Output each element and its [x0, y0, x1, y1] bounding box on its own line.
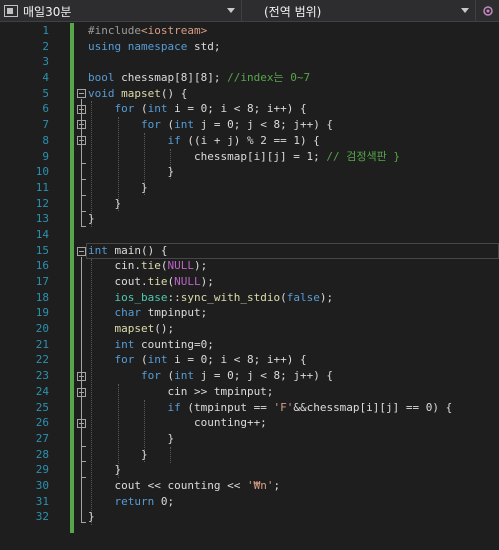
- line-number: 3: [42, 55, 49, 69]
- collapse-icon[interactable]: [77, 89, 86, 98]
- line-number: 29: [35, 463, 49, 477]
- change-tracking-bar: [70, 23, 74, 533]
- code-line[interactable]: void mapset() {: [88, 86, 499, 102]
- line-number: 1: [42, 24, 49, 37]
- line-number: 10: [35, 165, 49, 179]
- line-number: 2: [42, 39, 49, 53]
- collapse-icon[interactable]: [77, 120, 86, 129]
- collapse-icon[interactable]: [77, 372, 86, 381]
- line-number-gutter: 1 2 3 4 5 6 7 8 9 10 11 12 13 14 15 16 17 18 19 20 21 22 23 24 2…: [0, 23, 52, 525]
- line-number: 17: [35, 275, 49, 288]
- collapse-icon[interactable]: [77, 247, 86, 256]
- line-number: 11: [35, 180, 49, 194]
- code-line[interactable]: mapset();: [88, 321, 499, 337]
- code-line[interactable]: for (int i = 0; i < 8; i++) {: [88, 352, 499, 368]
- code-line[interactable]: int main() {: [88, 243, 499, 259]
- code-line[interactable]: [88, 227, 499, 243]
- code-line[interactable]: chessmap[i][j] = 1; // 검정색판 }: [88, 149, 499, 165]
- code-line[interactable]: cin.tie(NULL);: [88, 258, 499, 274]
- code-line[interactable]: [88, 54, 499, 70]
- line-number: 5: [42, 86, 49, 100]
- collapse-icon[interactable]: [77, 105, 86, 114]
- line-number: 19: [35, 306, 49, 320]
- project-dropdown[interactable]: 매일30분: [0, 0, 241, 22]
- line-number: 7: [42, 118, 49, 132]
- line-number: 23: [35, 369, 49, 383]
- line-number: 6: [42, 102, 49, 116]
- line-number: 31: [35, 494, 49, 508]
- line-number: 9: [42, 149, 49, 163]
- code-line[interactable]: }: [88, 164, 499, 180]
- line-number: 14: [35, 227, 49, 241]
- code-line[interactable]: if (tmpinput == 'F'&&chessmap[i][j] == 0…: [88, 400, 499, 416]
- line-number: 22: [35, 353, 49, 367]
- line-number: 21: [35, 337, 49, 351]
- line-number: 25: [35, 400, 49, 414]
- code-line[interactable]: }: [88, 196, 499, 212]
- settings-gear-icon: [482, 6, 493, 16]
- chevron-down-icon: [461, 8, 469, 13]
- line-number: 16: [35, 259, 49, 273]
- line-number: 12: [35, 196, 49, 210]
- code-line[interactable]: }: [88, 211, 499, 227]
- code-line[interactable]: if ((i + j) % 2 == 1) {: [88, 133, 499, 149]
- code-line[interactable]: }: [88, 509, 499, 525]
- scope-label: (전역 범위): [264, 4, 322, 19]
- line-number: 26: [35, 416, 49, 430]
- code-text-area[interactable]: #include<iostream> using namespace std; bo…: [88, 23, 499, 525]
- line-number: 27: [35, 431, 49, 445]
- collapse-icon[interactable]: [77, 136, 86, 145]
- code-line[interactable]: }: [88, 447, 499, 463]
- line-number: 32: [35, 510, 49, 524]
- code-line[interactable]: ios_base::sync_with_stdio(false);: [88, 290, 499, 306]
- collapse-icon[interactable]: [77, 388, 86, 397]
- line-number: 4: [42, 71, 49, 85]
- line-number: 28: [35, 447, 49, 461]
- project-name: 매일30분: [23, 4, 72, 19]
- navigation-bar: 매일30분 (전역 범위): [0, 0, 499, 22]
- code-line[interactable]: #include<iostream>: [88, 23, 499, 39]
- code-line[interactable]: return 0;: [88, 494, 499, 510]
- code-line[interactable]: for (int j = 0; j < 8; j++) {: [88, 368, 499, 384]
- collapse-icon[interactable]: [77, 419, 86, 428]
- line-number: 24: [35, 384, 49, 398]
- code-line[interactable]: char tmpinput;: [88, 305, 499, 321]
- line-number: 15: [35, 243, 49, 257]
- code-line[interactable]: }: [88, 431, 499, 447]
- code-editor[interactable]: 1 2 3 4 5 6 7 8 9 10 11 12 13 14 15 16 17 18 19 20 21 22 23 24 2…: [0, 23, 499, 550]
- code-line[interactable]: cin >> tmpinput;: [88, 384, 499, 400]
- settings-button[interactable]: [475, 0, 499, 22]
- code-line[interactable]: counting++;: [88, 415, 499, 431]
- code-line[interactable]: cout << counting << '₩n';: [88, 478, 499, 494]
- line-number: 20: [35, 322, 49, 336]
- chevron-down-icon: [227, 8, 235, 13]
- line-number: 8: [42, 133, 49, 147]
- code-line[interactable]: }: [88, 180, 499, 196]
- line-number: 18: [35, 290, 49, 304]
- scope-dropdown[interactable]: (전역 범위): [241, 0, 475, 22]
- code-line[interactable]: using namespace std;: [88, 39, 499, 55]
- line-number: 30: [35, 478, 49, 492]
- code-line[interactable]: cout.tie(NULL);: [88, 274, 499, 290]
- code-line[interactable]: for (int j = 0; j < 8; j++) {: [88, 117, 499, 133]
- code-line[interactable]: }: [88, 462, 499, 478]
- code-line[interactable]: bool chessmap[8][8]; //index는 0~7: [88, 70, 499, 86]
- cpp-project-icon: [4, 5, 18, 17]
- code-line[interactable]: int counting=0;: [88, 337, 499, 353]
- code-line[interactable]: for (int i = 0; i < 8; i++) {: [88, 101, 499, 117]
- line-number: 13: [35, 212, 49, 226]
